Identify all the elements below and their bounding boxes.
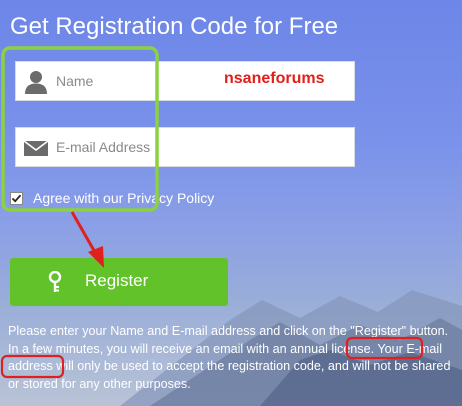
register-label: Register (85, 271, 149, 290)
person-icon (22, 68, 50, 96)
envelope-icon (22, 134, 50, 162)
annotation-arrow (70, 211, 98, 255)
agree-checkbox[interactable] (10, 191, 23, 205)
agree-label: Agree with our Privacy Policy (33, 190, 215, 206)
page-title: Get Registration Code for Free (10, 13, 339, 40)
email-field[interactable] (15, 127, 355, 167)
key-icon (48, 270, 62, 293)
registration-description: Please enter your Name and E-mail addres… (8, 324, 451, 391)
email-input[interactable] (56, 128, 346, 166)
privacy-agree-row[interactable]: Agree with our Privacy Policy (10, 188, 214, 208)
watermark-text: nsaneforums (224, 70, 325, 87)
register-button[interactable]: Register (10, 258, 228, 306)
